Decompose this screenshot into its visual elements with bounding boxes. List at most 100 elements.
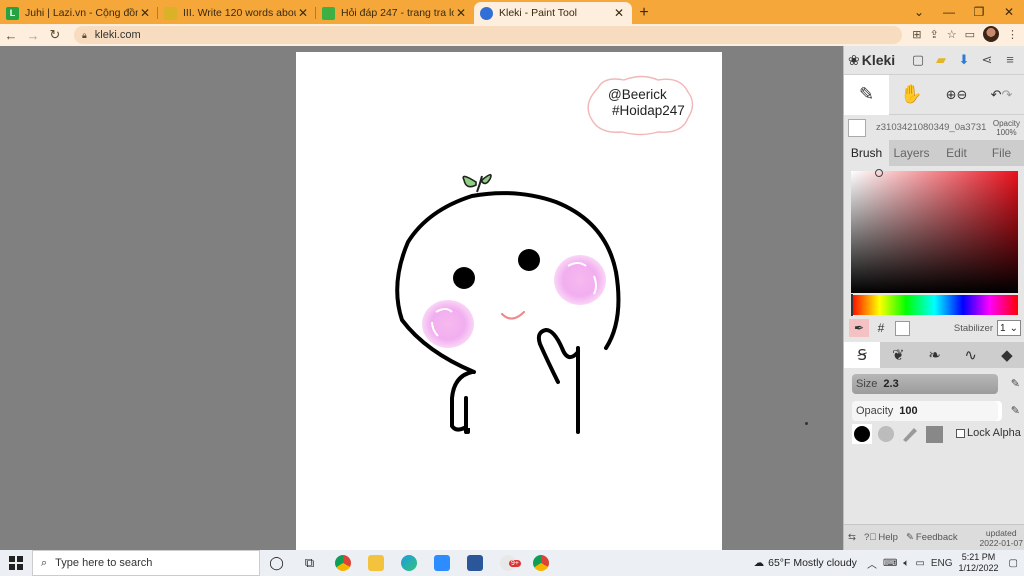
- chisel-icon: [903, 428, 917, 442]
- start-button[interactable]: [0, 550, 32, 576]
- notifications-icon[interactable]: ▢: [1009, 558, 1018, 569]
- lazi-favicon-icon: L: [6, 6, 19, 20]
- taskbar-file-explorer[interactable]: [359, 550, 392, 576]
- new-tab-button[interactable]: +: [632, 2, 656, 24]
- panel-footer: ⇆ ?⃝ Help ✎ Feedback updated 2022-01-07: [844, 524, 1024, 550]
- smudge-brush-button[interactable]: ∿: [953, 342, 989, 368]
- sidebar-icon[interactable]: ▭: [965, 28, 975, 41]
- zoom-in-icon[interactable]: ⊕: [946, 87, 957, 103]
- hex-input-button[interactable]: #: [871, 319, 891, 337]
- kleki-logo: ❀ Kleki: [848, 52, 895, 69]
- drawing-canvas[interactable]: @Beerick #Hoidap247: [296, 52, 722, 550]
- blend-brush-button[interactable]: ❦: [880, 342, 916, 368]
- swap-arrows-icon: ⇆: [848, 532, 856, 543]
- taskbar-app-badge[interactable]: 9+: [491, 550, 524, 576]
- tab-file[interactable]: File: [979, 140, 1024, 166]
- active-layer-preview[interactable]: z3103421080349_0a3731d Opacity 100%: [844, 114, 1024, 140]
- new-image-icon[interactable]: ▢: [910, 52, 926, 68]
- close-tab-icon[interactable]: ✕: [296, 6, 310, 20]
- tab-search-icon[interactable]: ⌄: [904, 0, 934, 24]
- undo-icon[interactable]: ↶: [991, 87, 1002, 103]
- pen-brush-button[interactable]: Ꞩ: [844, 342, 881, 368]
- sketchy-brush-button[interactable]: ❧: [916, 342, 952, 368]
- taskbar-chrome-2[interactable]: [524, 550, 557, 576]
- download-icon[interactable]: ⬇: [956, 52, 972, 68]
- share-icon[interactable]: ⋖: [979, 52, 995, 68]
- tab-layers[interactable]: Layers: [889, 140, 934, 166]
- url-input[interactable]: 🔒︎ kleki.com: [74, 26, 902, 44]
- zoom-out-icon[interactable]: ⊖: [957, 87, 968, 103]
- browser-tab-hoidap[interactable]: Hỏi đáp 247 - trang tra loi ✕: [316, 2, 474, 24]
- taskbar-word[interactable]: [458, 550, 491, 576]
- taskbar-edge[interactable]: [392, 550, 425, 576]
- taskbar-zoom[interactable]: [425, 550, 458, 576]
- taskbar-search-box[interactable]: ⌕ Type here to search: [32, 550, 260, 576]
- secondary-color-swatch[interactable]: [895, 320, 910, 336]
- redo-icon[interactable]: ↷: [1002, 87, 1013, 103]
- tab-brush[interactable]: Brush: [844, 140, 889, 166]
- task-view-button[interactable]: ⧉: [293, 550, 326, 576]
- color-picker-handle[interactable]: [875, 169, 883, 177]
- menu-icon[interactable]: ≡: [1002, 52, 1018, 68]
- size-slider[interactable]: Size 2.3 ✎: [852, 374, 1020, 394]
- square-shape-button[interactable]: [924, 424, 944, 444]
- bookmark-star-icon[interactable]: ☆: [947, 28, 957, 41]
- weather-widget[interactable]: ☁ 65°F Mostly cloudy: [754, 557, 857, 569]
- close-tab-icon[interactable]: ✕: [138, 6, 152, 20]
- tab-edit[interactable]: Edit: [934, 140, 979, 166]
- reload-icon[interactable]: ↻: [44, 27, 66, 43]
- chisel-shape-button[interactable]: [900, 424, 920, 444]
- smudge-brush-icon: ∿: [964, 347, 977, 364]
- network-icon[interactable]: ▭: [915, 558, 924, 569]
- hidden-icons-chevron-icon[interactable]: ︿: [867, 556, 877, 571]
- profile-avatar[interactable]: [983, 26, 999, 42]
- maximize-icon[interactable]: ❐: [964, 0, 994, 24]
- opacity-slider[interactable]: Opacity 100 ✎: [852, 401, 1020, 421]
- opacity-label: Opacity: [856, 405, 894, 417]
- feedback-button[interactable]: ✎ Feedback: [902, 532, 962, 543]
- forward-icon[interactable]: →: [22, 28, 44, 43]
- zoom-buttons[interactable]: ⊕ ⊖: [934, 75, 979, 115]
- browser-tab-kleki[interactable]: Kleki - Paint Tool ✕: [474, 2, 632, 24]
- open-folder-icon[interactable]: ▰: [933, 52, 949, 68]
- help-button[interactable]: ?⃝ Help: [860, 532, 902, 543]
- minimize-icon[interactable]: —: [934, 0, 964, 24]
- round-hard-shape-button[interactable]: [852, 424, 872, 444]
- volume-icon[interactable]: 🔈︎: [903, 558, 909, 569]
- keyboard-icon[interactable]: ⌨: [883, 558, 897, 569]
- close-tab-icon[interactable]: ✕: [454, 6, 468, 20]
- share-icon[interactable]: ⇪: [930, 28, 939, 41]
- taskbar-chrome-1[interactable]: [326, 550, 359, 576]
- windows-logo-icon: [9, 556, 23, 570]
- size-label: Size: [856, 378, 878, 390]
- eyedropper-button[interactable]: ✒: [849, 319, 869, 337]
- language-indicator[interactable]: ENG: [931, 558, 953, 569]
- close-tab-icon[interactable]: ✕: [612, 6, 626, 20]
- close-window-icon[interactable]: ✕: [994, 0, 1024, 24]
- saturation-value-picker[interactable]: [851, 171, 1018, 293]
- cortana-button[interactable]: ◯: [260, 550, 293, 576]
- stabilizer-select[interactable]: 1 ⌄: [997, 320, 1021, 336]
- hue-slider[interactable]: [851, 295, 1018, 315]
- brush-tool-button[interactable]: ✎: [844, 74, 889, 115]
- browser-tab-write[interactable]: III. Write 120 words about what y ✕: [158, 2, 316, 24]
- browser-tab-lazi[interactable]: L Juhi | Lazi.vn - Cộng đồng Tri thức ✕: [0, 2, 158, 24]
- eraser-button[interactable]: ◆: [989, 342, 1024, 368]
- back-icon[interactable]: ←: [0, 28, 22, 43]
- lock-alpha-checkbox[interactable]: Lock Alpha: [956, 427, 1021, 439]
- hand-tool-button[interactable]: ✋: [889, 75, 934, 115]
- hue-slider-handle[interactable]: [851, 294, 853, 316]
- browser-menu-icon[interactable]: ⋮: [1007, 28, 1018, 41]
- round-soft-shape-button[interactable]: [876, 424, 896, 444]
- swap-side-button[interactable]: ⇆: [844, 532, 860, 543]
- doc-favicon-icon: [164, 6, 177, 20]
- tab-title: Juhi | Lazi.vn - Cộng đồng Tri thức: [25, 7, 138, 19]
- edit-size-icon[interactable]: ✎: [1011, 377, 1020, 390]
- kleki-side-panel: ❀ Kleki ▢ ▰ ⬇ ⋖ ≡ ✎ ✋ ⊕ ⊖ ↶ ↷ z310342108034…: [843, 46, 1024, 550]
- undo-redo-buttons[interactable]: ↶ ↷: [979, 75, 1024, 115]
- clock[interactable]: 5:21 PM 1/12/2022: [959, 552, 999, 574]
- edit-opacity-icon[interactable]: ✎: [1011, 404, 1020, 417]
- system-tray: ☁ 65°F Mostly cloudy ︿ ⌨ 🔈︎ ▭ ENG 5:21 PM…: [754, 550, 1024, 576]
- translate-icon[interactable]: ⊞: [912, 28, 921, 41]
- pen-brush-icon: Ꞩ: [857, 347, 867, 364]
